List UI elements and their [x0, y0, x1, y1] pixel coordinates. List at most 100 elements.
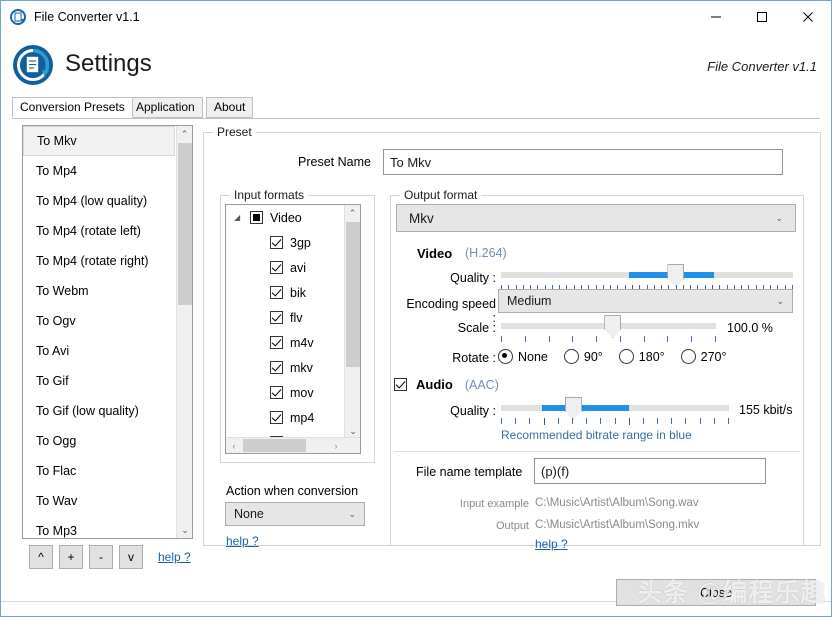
tree-horizontal-scrollbar[interactable]: ‹ › — [226, 437, 360, 453]
preset-list-item[interactable]: To Flac — [23, 456, 192, 486]
action-when-conversion-label: Action when conversion — [226, 484, 359, 498]
tree-item-flv[interactable]: flv — [226, 305, 360, 330]
window-title: File Converter v1.1 — [34, 10, 140, 24]
preset-list-item[interactable]: To Mp3 — [23, 516, 192, 538]
output-format-help-link[interactable]: help ? — [535, 537, 568, 551]
scroll-left-icon[interactable]: ‹ — [226, 438, 242, 453]
maximize-button[interactable] — [739, 2, 785, 33]
format-checkbox[interactable] — [270, 311, 283, 324]
scroll-up-icon[interactable]: ⌃ — [345, 205, 360, 221]
tree-item-avi[interactable]: avi — [226, 255, 360, 280]
preset-list[interactable]: To Mkv To Mp4 To Mp4 (low quality) To Mp… — [22, 125, 193, 539]
tree-item-mkv[interactable]: mkv — [226, 355, 360, 380]
output-container-select[interactable]: Mkv ⌄ — [396, 204, 796, 232]
format-checkbox[interactable] — [270, 411, 283, 424]
format-checkbox[interactable] — [270, 386, 283, 399]
scale-label: Scale : — [457, 321, 496, 335]
scrollbar-thumb[interactable] — [346, 222, 360, 367]
close-window-button[interactable] — [785, 2, 831, 33]
minimize-button[interactable] — [693, 2, 739, 33]
tree-item-mov[interactable]: mov — [226, 380, 360, 405]
preset-list-item[interactable]: To Mp4 (rotate left) — [23, 216, 192, 246]
radio-icon[interactable] — [680, 349, 696, 364]
preset-list-item[interactable]: To Gif — [23, 366, 192, 396]
scrollbar-thumb[interactable] — [178, 143, 192, 305]
audio-enabled-checkbox[interactable] — [394, 378, 407, 391]
preset-list-scrollbar[interactable]: ⌃ ⌄ — [176, 126, 192, 538]
tree-item-mp4[interactable]: mp4 — [226, 405, 360, 430]
input-formats-tree[interactable]: ◢ Video 3gp avi bik flv m4v mkv mov mp4 … — [225, 204, 361, 454]
scrollbar-thumb[interactable] — [243, 439, 306, 452]
expander-icon[interactable]: ◢ — [234, 213, 246, 222]
action-when-conversion-select[interactable]: None ⌄ — [225, 502, 365, 526]
preset-list-item[interactable]: To Webm — [23, 276, 192, 306]
tree-item-bik[interactable]: bik — [226, 280, 360, 305]
tab-conversion-presets[interactable]: Conversion Presets — [12, 97, 133, 118]
audio-section-header: Audio (AAC) — [394, 377, 499, 392]
radio-icon[interactable] — [563, 349, 579, 364]
page-title: Settings — [65, 50, 152, 77]
preset-list-item[interactable]: To Gif (low quality) — [23, 396, 192, 426]
chevron-down-icon[interactable]: ⌄ — [775, 213, 783, 224]
tab-application[interactable]: Application — [128, 97, 203, 118]
encoding-speed-value: Medium — [507, 294, 552, 308]
input-example-value: C:\Music\Artist\Album\Song.wav — [535, 497, 699, 509]
remove-preset-button[interactable]: - — [89, 545, 113, 569]
scroll-down-icon[interactable]: ⌄ — [177, 522, 192, 538]
preset-list-item[interactable]: To Mp4 (rotate right) — [23, 246, 192, 276]
tab-strip-underline — [12, 118, 820, 119]
rotate-option-90[interactable]: 90° — [563, 349, 603, 364]
encoding-speed-select[interactable]: Medium ⌄ — [498, 289, 793, 313]
audio-bitrate-value: 155 kbit/s — [739, 403, 793, 417]
preset-list-item[interactable]: To Wav — [23, 486, 192, 516]
add-preset-button[interactable]: + — [59, 545, 83, 569]
page-header: Settings File Converter v1.1 — [1, 33, 831, 91]
preset-list-item[interactable]: To Ogg — [23, 426, 192, 456]
move-preset-up-button[interactable]: ^ — [29, 545, 53, 569]
scroll-up-icon[interactable]: ⌃ — [177, 126, 192, 142]
tree-item-m4v[interactable]: m4v — [226, 330, 360, 355]
scale-slider[interactable] — [501, 315, 716, 338]
format-checkbox[interactable] — [270, 336, 283, 349]
format-checkbox[interactable] — [270, 236, 283, 249]
rotate-option-label: 90° — [583, 349, 603, 364]
rotate-option-label: 180° — [638, 349, 665, 364]
video-quality-slider[interactable] — [501, 264, 793, 287]
rotate-label: Rotate : — [452, 351, 496, 365]
preset-name-input[interactable]: To Mkv — [383, 149, 783, 175]
tree-item-label: mkv — [290, 360, 313, 375]
file-converter-window: File Converter v1.1 Settings File Conver… — [0, 0, 832, 617]
rotate-option-180[interactable]: 180° — [618, 349, 665, 364]
tree-root-video[interactable]: ◢ Video — [226, 205, 360, 230]
format-checkbox[interactable] — [270, 261, 283, 274]
scroll-right-icon[interactable]: › — [328, 438, 344, 453]
format-checkbox[interactable] — [270, 361, 283, 374]
audio-quality-slider[interactable] — [501, 397, 729, 420]
preset-list-item[interactable]: To Mkv — [23, 126, 175, 156]
tree-vertical-scrollbar[interactable]: ⌃ ⌄ — [344, 205, 360, 439]
rotate-option-none[interactable]: None — [498, 349, 548, 364]
chevron-down-icon[interactable]: ⌄ — [348, 509, 356, 520]
radio-icon[interactable] — [498, 349, 513, 364]
chevron-down-icon[interactable]: ⌄ — [776, 296, 784, 307]
radio-icon[interactable] — [618, 349, 634, 364]
rotate-option-label: None — [518, 349, 548, 364]
app-version-label: File Converter v1.1 — [707, 59, 817, 74]
file-converter-logo — [13, 45, 53, 85]
format-checkbox[interactable] — [270, 286, 283, 299]
preset-help-link[interactable]: help ? — [158, 550, 191, 564]
preset-list-item[interactable]: To Ogv — [23, 306, 192, 336]
move-preset-down-button[interactable]: v — [119, 545, 143, 569]
tree-item-3gp[interactable]: 3gp — [226, 230, 360, 255]
tab-about[interactable]: About — [206, 97, 254, 118]
rotate-option-270[interactable]: 270° — [680, 349, 727, 364]
preset-list-item[interactable]: To Mp4 (low quality) — [23, 186, 192, 216]
video-group-checkbox[interactable] — [250, 211, 263, 224]
input-formats-help-link[interactable]: help ? — [226, 534, 259, 548]
preset-list-item[interactable]: To Mp4 — [23, 156, 192, 186]
output-container-value: Mkv — [409, 210, 434, 226]
preset-list-item[interactable]: To Avi — [23, 336, 192, 366]
video-codec-label: (H.264) — [465, 246, 507, 260]
file-name-template-input[interactable]: (p)(f) — [534, 458, 766, 484]
close-button[interactable]: Close — [616, 579, 816, 606]
